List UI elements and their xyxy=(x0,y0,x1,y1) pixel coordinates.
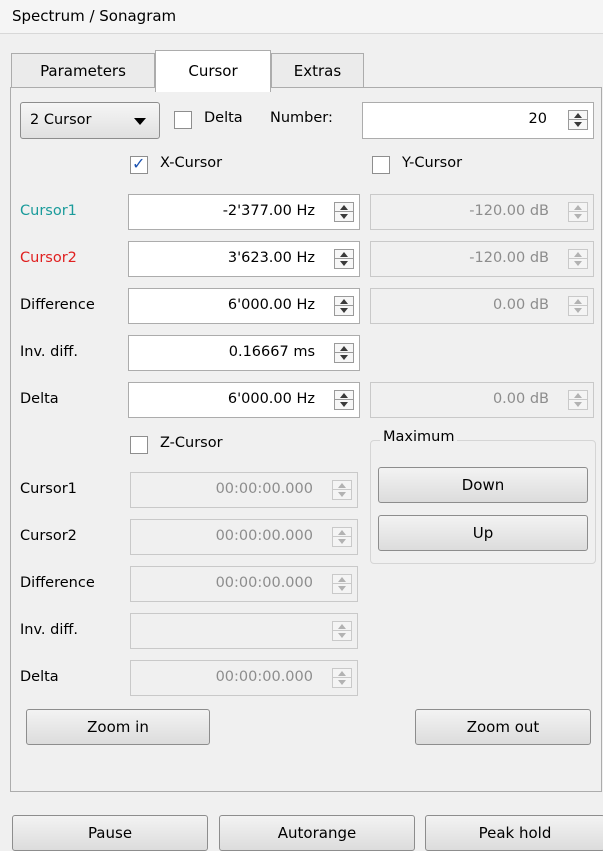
delta-y-value: 0.00 dB xyxy=(492,391,549,407)
inv-diff-label: Inv. diff. xyxy=(20,344,78,360)
x-cursor-checkbox[interactable] xyxy=(130,154,148,174)
spin-arrows-icon[interactable] xyxy=(334,343,354,363)
pause-button[interactable]: Pause xyxy=(12,815,208,851)
spin-arrows-icon xyxy=(568,296,588,316)
x-cursor-label: X-Cursor xyxy=(160,155,223,171)
spin-arrows-icon xyxy=(568,202,588,222)
spin-arrows-icon xyxy=(332,621,352,641)
z-cursor2-field: 00:00:00.000 xyxy=(130,519,358,555)
inv-diff-x-value: 0.16667 ms xyxy=(228,344,315,360)
cursor2-y-value: -120.00 dB xyxy=(469,250,549,266)
z-inv-diff-field xyxy=(130,613,358,649)
maximum-up-label: Up xyxy=(472,524,494,542)
z-cursor-label: Z-Cursor xyxy=(160,435,223,451)
tab-parameters[interactable]: Parameters xyxy=(11,53,155,89)
number-label: Number: xyxy=(270,110,333,126)
caret-down-icon xyxy=(134,118,146,125)
window-title: Spectrum / Sonagram xyxy=(12,7,177,25)
y-cursor-label: Y-Cursor xyxy=(402,155,463,171)
spin-arrows-icon[interactable] xyxy=(334,202,354,222)
z-cursor1-value: 00:00:00.000 xyxy=(215,481,313,497)
zoom-out-label: Zoom out xyxy=(466,718,540,736)
cursor1-y-field: -120.00 dB xyxy=(370,194,594,230)
tab-cursor[interactable]: Cursor xyxy=(155,50,271,92)
zoom-in-button[interactable]: Zoom in xyxy=(26,709,210,745)
tab-cursor-label: Cursor xyxy=(188,62,238,80)
cursor2-x-field[interactable]: 3'623.00 Hz xyxy=(128,241,360,277)
pause-label: Pause xyxy=(87,824,133,842)
number-value: 20 xyxy=(528,111,547,127)
maximum-down-label: Down xyxy=(461,476,505,494)
cursor2-x-value: 3'623.00 Hz xyxy=(227,250,315,266)
autorange-label: Autorange xyxy=(277,824,357,842)
cursor2-label: Cursor2 xyxy=(20,250,77,266)
difference-x-field[interactable]: 6'000.00 Hz xyxy=(128,288,360,324)
z-delta-label: Delta xyxy=(20,669,59,685)
z-delta-value: 00:00:00.000 xyxy=(215,669,313,685)
tab-parameters-label: Parameters xyxy=(40,62,126,80)
inv-diff-x-field[interactable]: 0.16667 ms xyxy=(128,335,360,371)
cursor1-x-value: -2'377.00 Hz xyxy=(222,203,315,219)
cursor1-label: Cursor1 xyxy=(20,203,77,219)
delta-checkbox[interactable] xyxy=(174,111,192,129)
cursor2-y-field: -120.00 dB xyxy=(370,241,594,277)
z-cursor2-value: 00:00:00.000 xyxy=(215,528,313,544)
z-inv-diff-label: Inv. diff. xyxy=(20,622,78,638)
window-title-bar: Spectrum / Sonagram xyxy=(0,0,603,34)
maximum-group-title: Maximum xyxy=(380,429,458,445)
spin-arrows-icon[interactable] xyxy=(334,390,354,410)
z-cursor1-label: Cursor1 xyxy=(20,481,77,497)
cursor1-y-value: -120.00 dB xyxy=(469,203,549,219)
difference-y-field: 0.00 dB xyxy=(370,288,594,324)
delta-x-field[interactable]: 6'000.00 Hz xyxy=(128,382,360,418)
y-cursor-checkbox[interactable] xyxy=(372,156,390,174)
cursor-mode-value: 2 Cursor xyxy=(30,112,92,128)
autorange-button[interactable]: Autorange xyxy=(219,815,415,851)
z-difference-label: Difference xyxy=(20,575,95,591)
tab-extras[interactable]: Extras xyxy=(271,53,364,89)
spin-arrows-icon xyxy=(332,480,352,500)
z-cursor-checkbox[interactable] xyxy=(130,436,148,454)
tab-extras-label: Extras xyxy=(293,62,342,80)
cursor1-x-field[interactable]: -2'377.00 Hz xyxy=(128,194,360,230)
spin-arrows-icon xyxy=(568,249,588,269)
delta-checkbox-label: Delta xyxy=(204,110,243,126)
zoom-in-label: Zoom in xyxy=(87,718,149,736)
number-stepper[interactable]: 20 xyxy=(362,102,594,139)
spin-arrows-icon[interactable] xyxy=(334,296,354,316)
z-difference-value: 00:00:00.000 xyxy=(215,575,313,591)
delta-label: Delta xyxy=(20,391,59,407)
difference-x-value: 6'000.00 Hz xyxy=(227,297,315,313)
cursor-mode-dropdown[interactable]: 2 Cursor xyxy=(20,102,160,139)
difference-label: Difference xyxy=(20,297,95,313)
difference-y-value: 0.00 dB xyxy=(492,297,549,313)
spin-arrows-icon xyxy=(568,390,588,410)
maximum-up-button[interactable]: Up xyxy=(378,515,588,551)
spin-arrows-icon xyxy=(332,527,352,547)
z-delta-field: 00:00:00.000 xyxy=(130,660,358,696)
z-cursor1-field: 00:00:00.000 xyxy=(130,472,358,508)
z-difference-field: 00:00:00.000 xyxy=(130,566,358,602)
peak-hold-label: Peak hold xyxy=(478,824,552,842)
spin-arrows-icon xyxy=(332,574,352,594)
spin-arrows-icon xyxy=(332,668,352,688)
spin-arrows-icon[interactable] xyxy=(334,249,354,269)
zoom-out-button[interactable]: Zoom out xyxy=(415,709,591,745)
peak-hold-button[interactable]: Peak hold xyxy=(425,815,603,851)
spin-arrows-icon[interactable] xyxy=(568,110,588,130)
maximum-down-button[interactable]: Down xyxy=(378,467,588,503)
delta-y-field: 0.00 dB xyxy=(370,382,594,418)
delta-x-value: 6'000.00 Hz xyxy=(227,391,315,407)
z-cursor2-label: Cursor2 xyxy=(20,528,77,544)
